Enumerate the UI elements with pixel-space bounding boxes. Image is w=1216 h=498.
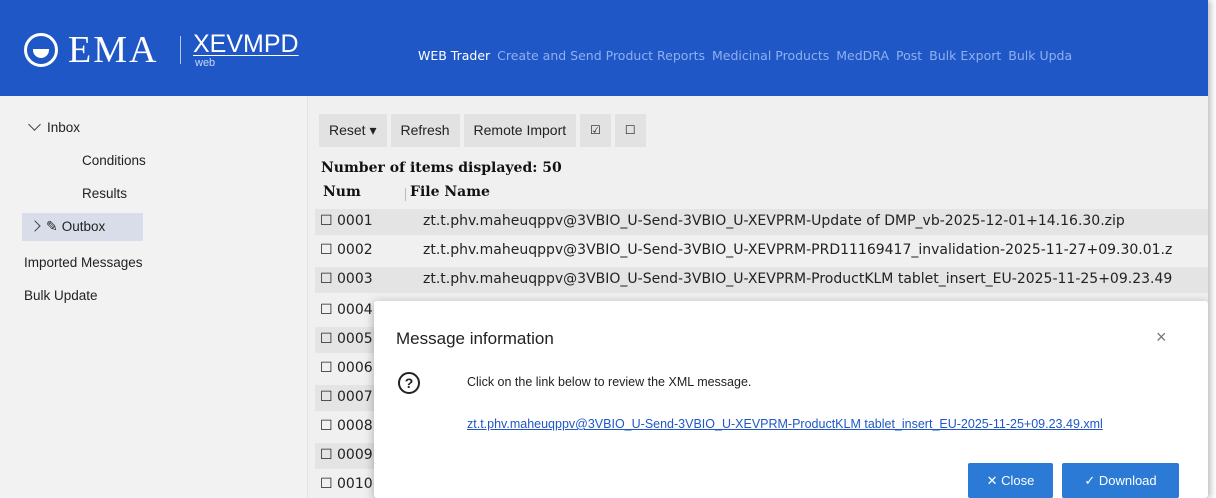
app-name-link[interactable]: XEVMPD — [193, 30, 299, 59]
chevron-right-icon — [29, 220, 41, 232]
pencil-icon: ✎ — [46, 219, 58, 235]
application-window: EMA XEVMPD web WEB Trader Create and Send… — [0, 0, 1208, 498]
row-num-checkbox[interactable]: ☐ 0001 — [320, 213, 373, 229]
nav-create-send-reports[interactable]: Create and Send Product Reports — [497, 48, 705, 63]
row-num-checkbox[interactable]: ☐ 0004 — [320, 302, 373, 318]
top-header: EMA XEVMPD web WEB Trader Create and Send… — [0, 0, 1208, 96]
conditions-label: Conditions — [82, 153, 146, 168]
nav-bulk-update[interactable]: Bulk Upda — [1008, 48, 1072, 63]
sidebar-item-conditions[interactable]: Conditions — [82, 153, 146, 168]
row-num-checkbox[interactable]: ☐ 0009 — [320, 447, 373, 463]
dialog-message: Click on the link below to review the XM… — [467, 375, 752, 389]
column-divider[interactable] — [405, 188, 406, 201]
imported-messages-label: Imported Messages — [24, 255, 143, 270]
sidebar-item-imported-messages[interactable]: Imported Messages — [24, 255, 143, 270]
outbox-label: Outbox — [61, 219, 106, 234]
uncheck-all-button[interactable]: ☐ — [614, 114, 646, 147]
chevron-down-icon — [28, 118, 41, 131]
bulk-update-label: Bulk Update — [24, 288, 98, 303]
close-icon[interactable]: × — [1156, 327, 1167, 348]
nav-web-trader[interactable]: WEB Trader — [418, 48, 490, 63]
toolbar: Reset ▾ Refresh Remote Import ☑ ☐ — [319, 114, 646, 147]
row-num-checkbox[interactable]: ☐ 0003 — [320, 271, 373, 287]
logo-divider — [180, 36, 181, 64]
nav-meddra[interactable]: MedDRA — [836, 48, 889, 63]
inbox-label: Inbox — [47, 120, 81, 135]
row-file-name: zt.t.phv.maheuqppv@3VBIO_U-Send-3VBIO_U-… — [423, 213, 1125, 229]
sidebar-item-bulk-update[interactable]: Bulk Update — [24, 288, 98, 303]
nav-medicinal-products[interactable]: Medicinal Products — [712, 48, 829, 63]
dialog-title: Message information — [396, 329, 554, 348]
table-row[interactable]: ☐ 0003 zt.t.phv.maheuqppv@3VBIO_U-Send-3… — [315, 267, 1208, 293]
refresh-button[interactable]: Refresh — [390, 114, 460, 147]
close-button[interactable]: ✕ Close — [968, 463, 1053, 498]
row-file-name: zt.t.phv.maheuqppv@3VBIO_U-Send-3VBIO_U-… — [423, 271, 1173, 287]
main-nav: WEB Trader Create and Send Product Report… — [418, 48, 1079, 63]
row-num-checkbox[interactable]: ☐ 0008 — [320, 418, 373, 434]
check-all-button[interactable]: ☑ — [580, 114, 611, 147]
inbox-tree-item[interactable]: Inbox — [28, 118, 81, 135]
xml-message-link[interactable]: zt.t.phv.maheuqppv@3VBIO_U-Send-3VBIO_U-… — [467, 417, 1103, 431]
question-icon: ? — [398, 372, 420, 394]
row-num-checkbox[interactable]: ☐ 0005 — [320, 331, 373, 347]
remote-import-button[interactable]: Remote Import — [463, 114, 577, 147]
items-count: Number of items displayed: 50 — [321, 160, 562, 176]
table-row[interactable]: ☐ 0002 zt.t.phv.maheuqppv@3VBIO_U-Send-3… — [315, 238, 1208, 264]
app-subtitle: web — [195, 57, 216, 69]
column-header-num[interactable]: Num — [323, 184, 361, 200]
row-num-checkbox[interactable]: ☐ 0002 — [320, 242, 373, 258]
column-header-file-name[interactable]: File Name — [410, 184, 490, 200]
sidebar-item-results[interactable]: Results — [82, 186, 127, 201]
row-num-checkbox[interactable]: ☐ 0006 — [320, 360, 373, 376]
row-num-checkbox[interactable]: ☐ 0010 — [320, 476, 373, 492]
nav-bulk-export[interactable]: Bulk Export — [929, 48, 1001, 63]
message-information-dialog: Message information × ? Click on the lin… — [374, 301, 1208, 498]
reset-button[interactable]: Reset ▾ — [319, 114, 387, 147]
row-num-checkbox[interactable]: ☐ 0007 — [320, 389, 373, 405]
nav-post[interactable]: Post — [896, 48, 922, 63]
download-button[interactable]: ✓ Download — [1062, 463, 1179, 498]
results-label: Results — [82, 186, 128, 201]
ema-logo-text: EMA — [68, 29, 159, 71]
row-file-name: zt.t.phv.maheuqppv@3VBIO_U-Send-3VBIO_U-… — [423, 242, 1173, 258]
ema-logo-icon — [24, 33, 58, 67]
table-row[interactable]: ☐ 0001 zt.t.phv.maheuqppv@3VBIO_U-Send-3… — [315, 209, 1208, 235]
outbox-tree-item[interactable]: ✎ Outbox — [29, 219, 106, 235]
